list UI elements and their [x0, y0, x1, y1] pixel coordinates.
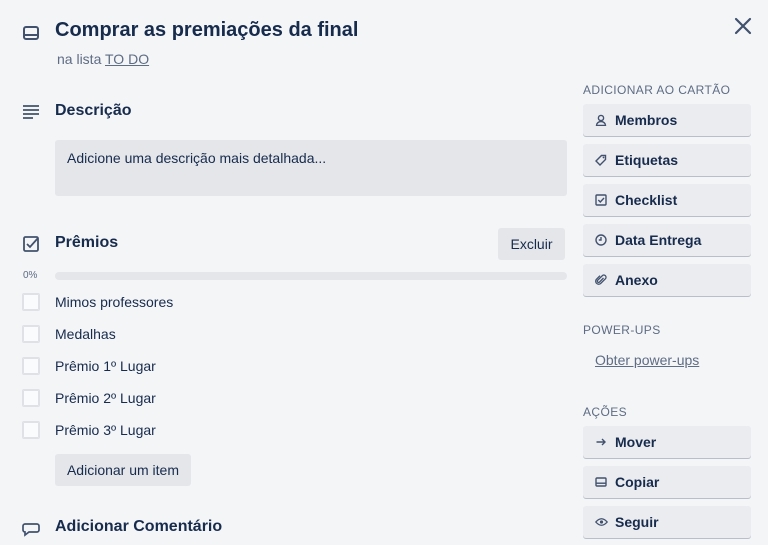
copy-button[interactable]: Copiar	[583, 466, 751, 498]
members-button[interactable]: Membros	[583, 104, 751, 136]
description-icon	[20, 101, 42, 123]
labels-label: Etiquetas	[615, 152, 679, 168]
copy-icon	[594, 475, 608, 489]
checklist-icon	[20, 233, 42, 255]
arrow-right-icon	[594, 435, 608, 449]
get-powerups-link[interactable]: Obter power-ups	[595, 352, 699, 368]
list-breadcrumb: na lista TO DO	[57, 51, 149, 67]
actions-heading: AÇÕES	[583, 405, 628, 419]
follow-button[interactable]: Seguir	[583, 506, 751, 538]
description-heading: Descrição	[55, 102, 132, 119]
checklist-item: Prêmio 1º Lugar	[0, 354, 560, 380]
checklist-item-checkbox[interactable]	[22, 421, 40, 439]
comment-icon	[20, 518, 42, 540]
checklist-item-checkbox[interactable]	[22, 325, 40, 343]
move-label: Mover	[615, 434, 657, 450]
checklist-item-checkbox[interactable]	[22, 293, 40, 311]
list-prefix: na lista	[57, 51, 102, 67]
progress-percentage: 0%	[23, 270, 38, 281]
paperclip-icon	[594, 273, 608, 287]
checklist-button-label: Checklist	[615, 192, 678, 208]
checklist-title[interactable]: Prêmios	[55, 234, 118, 252]
copy-label: Copiar	[615, 474, 660, 490]
due-date-button[interactable]: Data Entrega	[583, 224, 751, 256]
checklist-item-label[interactable]: Prêmio 3º Lugar	[55, 422, 156, 438]
progress-bar	[55, 272, 567, 280]
checklist-item-label[interactable]: Medalhas	[55, 326, 116, 342]
powerups-heading: POWER-UPS	[583, 323, 661, 337]
checklist-item: Prêmio 2º Lugar	[0, 386, 560, 412]
comment-heading: Adicionar Comentário	[55, 518, 223, 535]
checklist-item-label[interactable]: Mimos professores	[55, 294, 173, 310]
add-checklist-item-button[interactable]: Adicionar um item	[55, 454, 191, 486]
checklist-item: Prêmio 3º Lugar	[0, 418, 560, 444]
close-icon[interactable]	[730, 13, 756, 39]
list-link[interactable]: TO DO	[105, 51, 149, 67]
move-button[interactable]: Mover	[583, 426, 751, 458]
due-date-label: Data Entrega	[615, 232, 702, 248]
members-label: Membros	[615, 112, 678, 128]
checklist-item-checkbox[interactable]	[22, 357, 40, 375]
card-title[interactable]: Comprar as premiações da final	[55, 19, 358, 42]
card-icon	[20, 22, 42, 44]
description-input[interactable]: Adicione uma descrição mais detalhada...	[55, 140, 567, 196]
checklist-button[interactable]: Checklist	[583, 184, 751, 216]
tag-icon	[594, 153, 608, 167]
eye-icon	[594, 515, 608, 529]
checklist-item-label[interactable]: Prêmio 2º Lugar	[55, 390, 156, 406]
user-icon	[594, 113, 608, 127]
delete-checklist-button[interactable]: Excluir	[498, 228, 565, 260]
checklist-item: Medalhas	[0, 322, 560, 348]
follow-label: Seguir	[615, 514, 659, 530]
checklist-item: Mimos professores	[0, 290, 560, 316]
attachment-button[interactable]: Anexo	[583, 264, 751, 296]
checkbox-icon	[594, 193, 608, 207]
checklist-item-label[interactable]: Prêmio 1º Lugar	[55, 358, 156, 374]
attachment-label: Anexo	[615, 272, 658, 288]
labels-button[interactable]: Etiquetas	[583, 144, 751, 176]
checklist-item-checkbox[interactable]	[22, 389, 40, 407]
clock-icon	[594, 233, 608, 247]
add-to-card-heading: ADICIONAR AO CARTÃO	[583, 83, 731, 97]
